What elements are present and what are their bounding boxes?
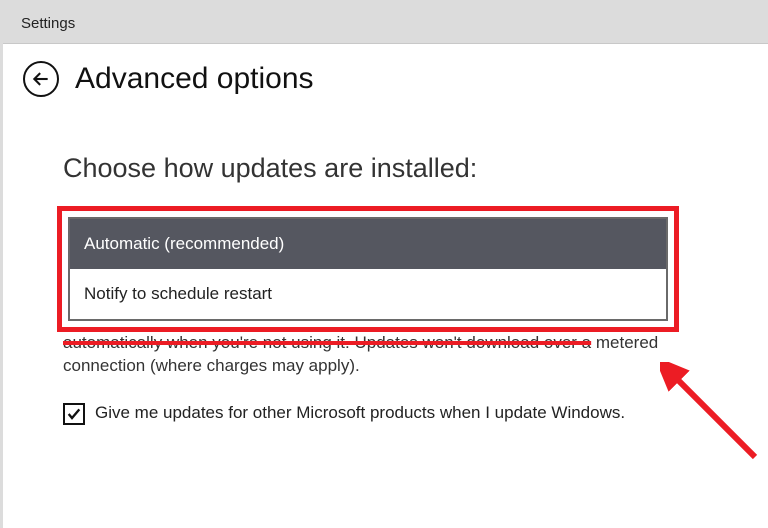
other-products-checkbox-row: Give me updates for other Microsoft prod… (63, 402, 633, 425)
description-text: automatically when you're not using it. … (63, 332, 673, 378)
titlebar-label: Settings (21, 15, 75, 32)
install-mode-dropdown[interactable]: Automatic (recommended) Notify to schedu… (68, 217, 668, 321)
dropdown-option-automatic[interactable]: Automatic (recommended) (70, 219, 666, 269)
checkmark-icon (66, 406, 82, 422)
page-title: Advanced options (75, 62, 314, 96)
titlebar: Settings (3, 3, 768, 44)
other-products-checkbox[interactable] (63, 403, 85, 425)
description-line-obscured: automatically when you're not using it. … (63, 333, 591, 352)
content-area: Choose how updates are installed: Automa… (3, 117, 768, 425)
other-products-checkbox-label: Give me updates for other Microsoft prod… (95, 402, 625, 425)
back-button[interactable] (23, 61, 59, 97)
dropdown-option-notify[interactable]: Notify to schedule restart (70, 269, 666, 319)
arrow-left-icon (31, 69, 51, 89)
header: Advanced options (3, 44, 768, 117)
annotation-highlight-box: Automatic (recommended) Notify to schedu… (57, 206, 679, 332)
section-heading: Choose how updates are installed: (63, 153, 708, 184)
